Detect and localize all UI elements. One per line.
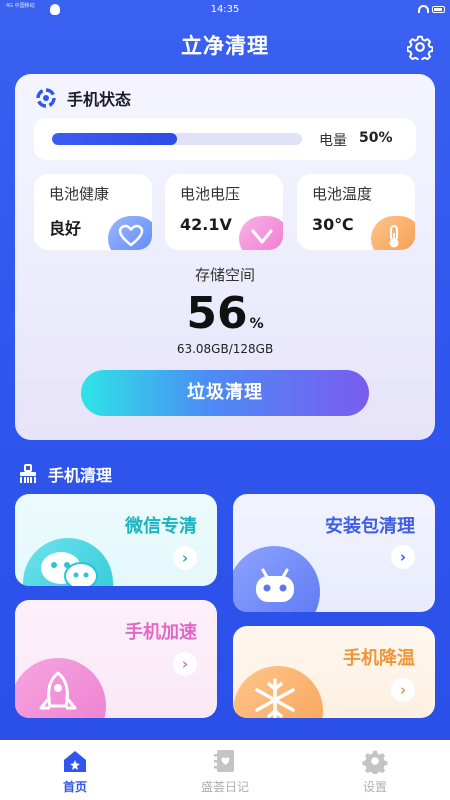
- storage-detail: 63.08GB/128GB: [176, 342, 274, 356]
- wifi-icon: [418, 5, 429, 13]
- battery-progress-bar: [52, 133, 302, 145]
- phone-boost-card[interactable]: 手机加速 ›: [15, 600, 217, 718]
- android-icon: [233, 546, 320, 612]
- phone-status-card: 手机状态 电量 50% 电池健康 良好 电池电压 42.1V 电池温度 30℃ …: [15, 74, 435, 440]
- app-title: 立净清理: [181, 34, 269, 58]
- phone-status-header: 手机状态: [35, 86, 131, 110]
- storage-percent: 56%: [15, 288, 435, 339]
- wechat-clean-card[interactable]: 微信专清 ›: [15, 494, 217, 586]
- wechat-clean-title: 微信专清: [125, 516, 197, 537]
- battery-voltage-label: 电池电压: [180, 185, 241, 203]
- phone-cooling-arrow-icon[interactable]: ›: [391, 678, 415, 702]
- battery-temperature-card: 电池温度 30℃: [297, 174, 415, 250]
- tab-settings-label: 设置: [362, 780, 387, 794]
- gear-icon: [406, 35, 434, 63]
- battery-health-card: 电池健康 良好: [34, 174, 152, 250]
- tab-diary-label: 盛荟日记: [200, 780, 249, 794]
- tab-settings[interactable]: 设置: [315, 748, 435, 795]
- storage-percent-unit: %: [249, 316, 264, 332]
- phone-clean-title: 手机清理: [48, 466, 113, 485]
- thermometer-icon: [371, 216, 415, 250]
- battery-voltage-value: 42.1V: [180, 215, 232, 234]
- home-icon: [64, 751, 86, 772]
- apk-clean-card[interactable]: 安装包清理 ›: [233, 494, 435, 612]
- status-bar: 4G 中国移动 14:35: [0, 0, 450, 22]
- heart-icon: [108, 216, 152, 250]
- phone-status-title: 手机状态: [67, 90, 132, 109]
- settings-button[interactable]: [406, 34, 434, 63]
- tab-diary[interactable]: 盛荟日记: [165, 748, 285, 795]
- battery-temperature-label: 电池温度: [312, 185, 373, 203]
- tab-home[interactable]: 首页: [15, 748, 135, 795]
- battery-temperature-value: 30℃: [312, 215, 354, 234]
- battery-icon: [432, 6, 445, 13]
- phone-boost-title: 手机加速: [125, 622, 197, 643]
- wechat-clean-arrow-icon[interactable]: ›: [173, 546, 197, 570]
- rocket-icon: [15, 658, 106, 718]
- battery-label: 电量: [319, 133, 347, 149]
- apk-clean-title: 安装包清理: [325, 516, 415, 537]
- bottom-tab-bar: 首页 盛荟日记 设置: [0, 740, 450, 800]
- battery-voltage-card: 电池电压 42.1V: [165, 174, 283, 250]
- gear-icon: [362, 750, 388, 774]
- chevron-down-icon: [239, 216, 283, 250]
- battery-health-value: 良好: [49, 219, 82, 238]
- storage-percent-number: 56: [186, 288, 248, 339]
- wechat-icon: [23, 538, 113, 586]
- broom-icon: [20, 464, 36, 483]
- phone-cooling-card[interactable]: 手机降温 ›: [233, 626, 435, 718]
- snowflake-icon: [233, 666, 323, 718]
- status-time: 14:35: [210, 4, 240, 15]
- apk-clean-arrow-icon[interactable]: ›: [391, 545, 415, 569]
- battery-level-box: 电量 50%: [34, 118, 416, 160]
- storage-label: 存储空间: [194, 266, 255, 284]
- battery-health-label: 电池健康: [49, 185, 110, 203]
- junk-clean-button[interactable]: 垃圾清理: [81, 370, 369, 416]
- diary-icon: [214, 750, 234, 772]
- battery-value: 50%: [359, 130, 393, 146]
- phone-boost-arrow-icon[interactable]: ›: [173, 652, 197, 676]
- tab-home-label: 首页: [62, 780, 87, 794]
- phone-cooling-title: 手机降温: [343, 648, 415, 669]
- battery-progress-fill: [52, 133, 177, 145]
- phone-clean-header: 手机清理: [18, 462, 112, 486]
- status-ring-icon: [36, 88, 56, 108]
